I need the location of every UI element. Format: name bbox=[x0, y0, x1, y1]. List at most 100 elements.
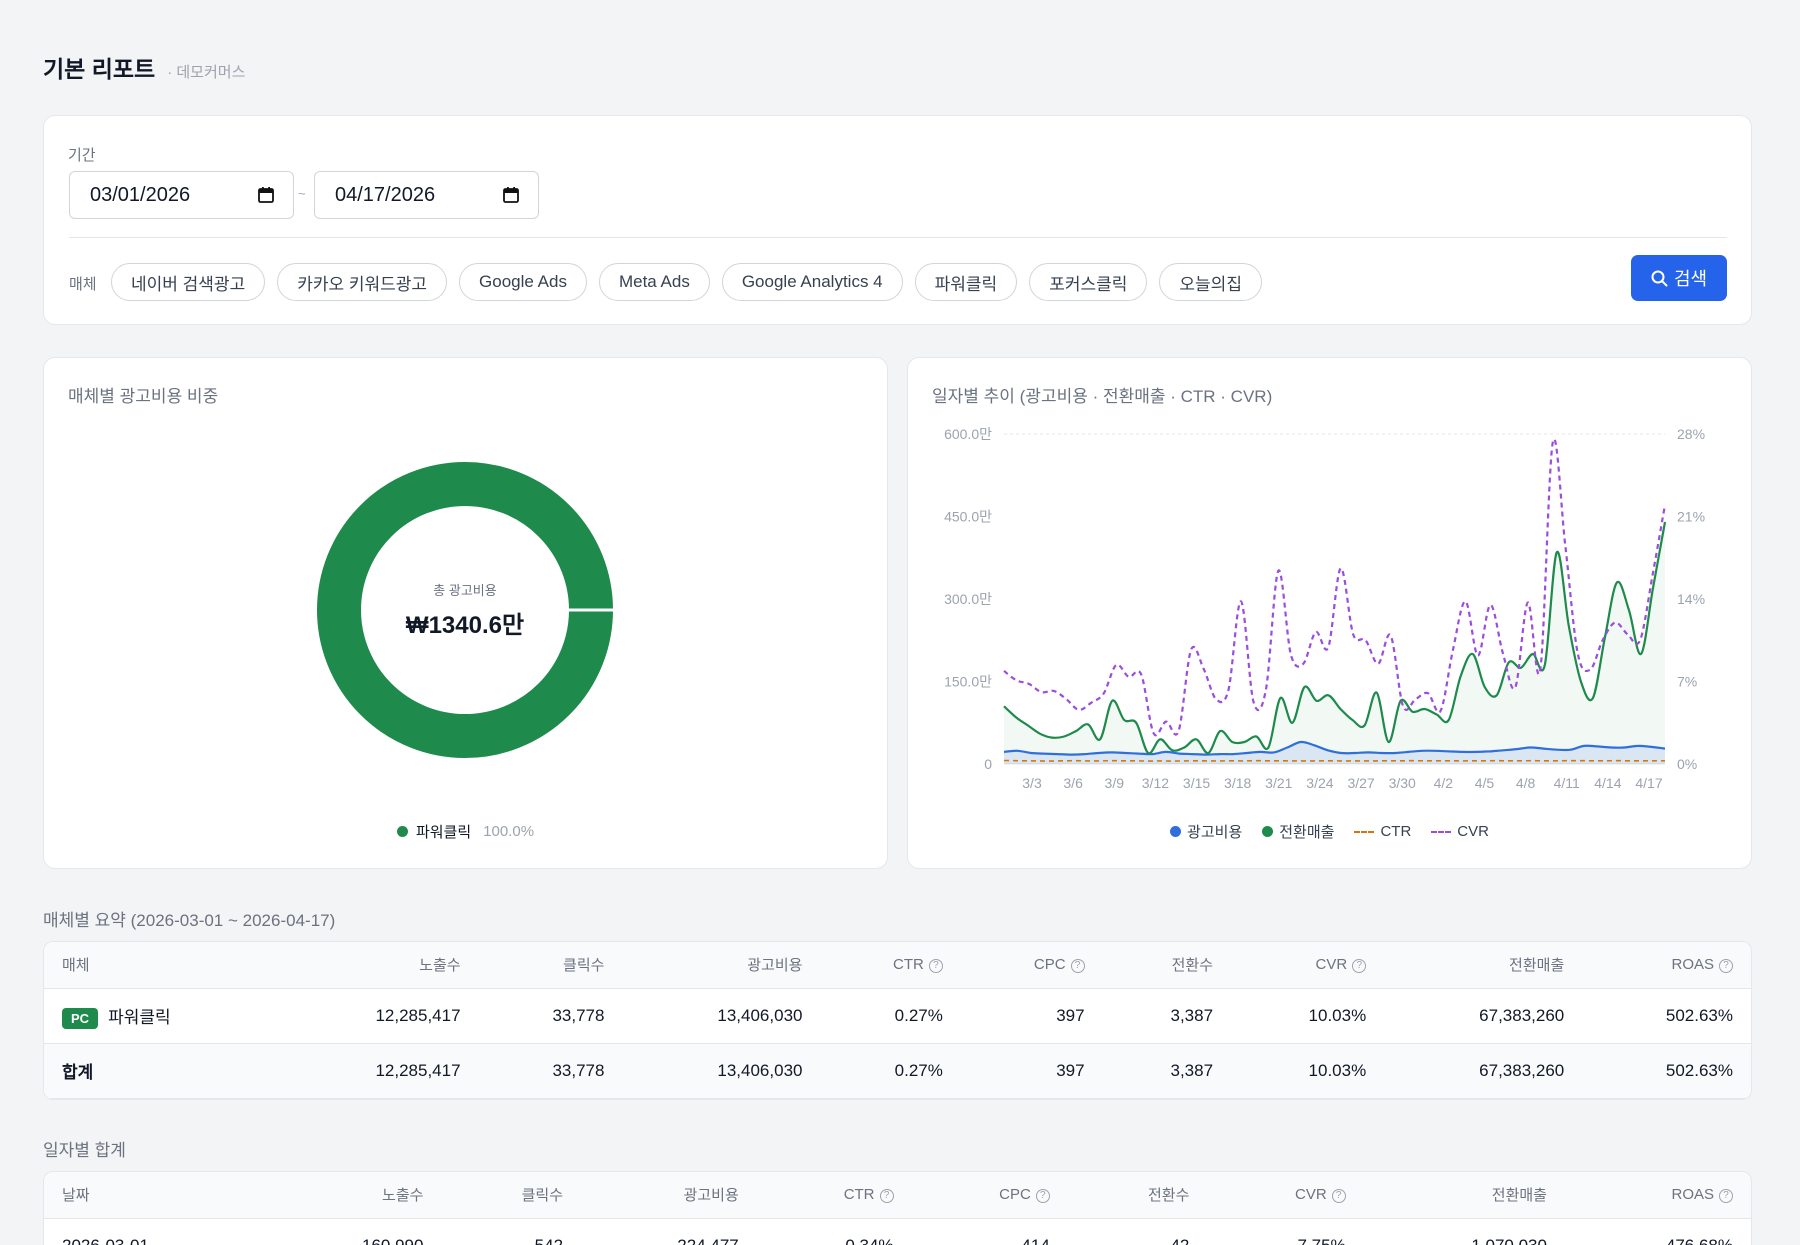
table-cell: 160,990 bbox=[265, 1218, 442, 1245]
y-left-tick-label: 300.0만 bbox=[944, 591, 992, 607]
column-header: ROAS? bbox=[1582, 942, 1751, 989]
legend-item-ctr[interactable]: CTR bbox=[1354, 821, 1411, 842]
help-icon[interactable]: ? bbox=[1719, 959, 1733, 974]
help-icon[interactable]: ? bbox=[1352, 959, 1367, 974]
table-cell: 542 bbox=[441, 1218, 582, 1245]
column-header: 광고비용 bbox=[581, 1172, 757, 1219]
date-cell: 2026-03-01 bbox=[44, 1218, 266, 1245]
legend-label: 광고비용 bbox=[1187, 824, 1243, 841]
legend-dot bbox=[1262, 826, 1274, 837]
x-tick-label: 3/3 bbox=[1022, 775, 1042, 791]
column-header: 노출수 bbox=[280, 942, 479, 989]
media-label: 매체 bbox=[69, 276, 97, 293]
media-chip-powerclick[interactable]: 파워클릭 bbox=[914, 263, 1018, 301]
table-cell: 33,778 bbox=[478, 1043, 623, 1099]
legend-dash bbox=[1354, 830, 1375, 833]
legend-dash bbox=[1431, 830, 1452, 833]
x-tick-label: 3/24 bbox=[1306, 775, 1333, 791]
x-tick-label: 4/14 bbox=[1594, 775, 1621, 791]
media-chip-ohouse[interactable]: 오늘의집 bbox=[1159, 263, 1262, 301]
table-cell: 67,383,260 bbox=[1384, 1043, 1583, 1099]
table-cell: 12,285,417 bbox=[280, 1043, 479, 1099]
pc-badge: PC bbox=[62, 1007, 99, 1029]
calendar-icon[interactable] bbox=[257, 186, 275, 204]
table-cell: 0.27% bbox=[820, 988, 961, 1044]
table-cell: 10.03% bbox=[1231, 1043, 1385, 1099]
y-right-tick-label: 14% bbox=[1677, 591, 1705, 607]
table-cell: 397 bbox=[960, 1043, 1103, 1099]
calendar-icon[interactable] bbox=[502, 186, 520, 204]
donut-chart-title: 매체별 광고비용 비중 bbox=[68, 387, 219, 406]
end-date-value: 04/17/2026 bbox=[335, 183, 436, 206]
x-tick-label: 4/11 bbox=[1554, 775, 1580, 791]
table-cell: 42 bbox=[1067, 1218, 1208, 1245]
filter-panel: 기간 03/01/2026 ~ 04/17/2026 매체 네이버 검색광고 카… bbox=[43, 115, 1752, 325]
column-header-label: 노출수 bbox=[382, 1187, 424, 1205]
media-chip-kakao[interactable]: 카카오 키워드광고 bbox=[277, 263, 448, 301]
help-icon[interactable]: ? bbox=[1719, 1189, 1733, 1204]
end-date-input[interactable]: 04/17/2026 bbox=[314, 171, 539, 219]
legend-item-spend[interactable]: 광고비용 bbox=[1170, 821, 1242, 842]
table-cell: 3,387 bbox=[1102, 1043, 1232, 1099]
legend-item-revenue[interactable]: 전환매출 bbox=[1262, 821, 1334, 842]
search-button[interactable]: 검색 bbox=[1631, 255, 1727, 301]
table-cell: 13,406,030 bbox=[622, 1043, 821, 1099]
table-row[interactable]: 2026-03-01 160,990 542 224,477 0.34% 414 42 7.7… bbox=[44, 1218, 1751, 1245]
donut-chart-card: 매체별 광고비용 비중 총 광고비용 ₩1340.6만 파워클릭 100.0% bbox=[43, 357, 888, 869]
column-header-label: 클릭수 bbox=[521, 1187, 564, 1205]
help-icon[interactable]: ? bbox=[928, 959, 943, 974]
legend-label: CTR bbox=[1380, 823, 1412, 840]
column-header-label: 노출수 bbox=[419, 957, 461, 975]
legend-label: 파워클릭 bbox=[415, 824, 472, 841]
column-header: CVR? bbox=[1207, 1172, 1364, 1219]
x-tick-label: 4/2 bbox=[1434, 775, 1454, 791]
help-icon[interactable]: ? bbox=[1331, 1189, 1346, 1204]
start-date-input[interactable]: 03/01/2026 bbox=[69, 171, 294, 219]
page-title: 기본 리포트 bbox=[43, 56, 156, 82]
table-cell: 10.03% bbox=[1231, 988, 1385, 1044]
column-header: 클릭수 bbox=[441, 1172, 582, 1219]
legend-item-cvr[interactable]: CVR bbox=[1431, 821, 1489, 842]
column-header-label: CTR bbox=[843, 1186, 875, 1204]
column-header: 전환수 bbox=[1067, 1172, 1208, 1219]
column-header: 전환매출 bbox=[1363, 1172, 1565, 1219]
table-cell: 397 bbox=[960, 988, 1103, 1044]
column-header: CPC? bbox=[960, 942, 1103, 989]
column-header-label: CPC bbox=[999, 1186, 1031, 1204]
summary-section-title: 매체별 요약 (2026-03-01 ~ 2026-04-17) bbox=[43, 911, 336, 930]
trend-chart-title: 일자별 추이 (광고비용 · 전환매출 · CTR · CVR) bbox=[932, 387, 1273, 406]
column-header: 광고비용 bbox=[622, 942, 821, 989]
table-row[interactable]: PC 파워클릭 12,285,417 33,778 13,406,030 0.27% 397… bbox=[44, 988, 1751, 1044]
help-icon[interactable]: ? bbox=[879, 1189, 894, 1204]
media-chip-ga4[interactable]: Google Analytics 4 bbox=[721, 263, 903, 301]
column-header: 노출수 bbox=[265, 1172, 442, 1219]
column-header-label: CTR bbox=[893, 956, 924, 974]
help-icon[interactable]: ? bbox=[1035, 1189, 1050, 1204]
page-subtitle: · 데모커머스 bbox=[167, 64, 246, 81]
column-header: CPC? bbox=[911, 1172, 1068, 1219]
trend-chart-card: 0 150.0만 300.0만 450.0만 600.0만 0% 7% 14% 21% 28% 3/… bbox=[907, 357, 1752, 869]
media-chip-naver[interactable]: 네이버 검색광고 bbox=[111, 263, 266, 301]
table-cell: 476.68% bbox=[1564, 1218, 1751, 1245]
x-tick-label: 4/17 bbox=[1635, 775, 1662, 791]
column-header-label: 전환수 bbox=[1171, 957, 1214, 975]
search-icon bbox=[1651, 270, 1668, 286]
legend-pct: 100.0% bbox=[483, 823, 535, 840]
x-tick-label: 3/21 bbox=[1265, 775, 1292, 791]
trend-legend: 광고비용 전환매출 CTR CVR bbox=[908, 821, 1751, 842]
y-left-tick-label: 0 bbox=[984, 756, 992, 772]
y-left-tick-label: 150.0만 bbox=[944, 674, 992, 690]
media-chip-meta-ads[interactable]: Meta Ads bbox=[598, 263, 710, 301]
help-icon[interactable]: ? bbox=[1070, 959, 1085, 974]
media-chip-google-ads[interactable]: Google Ads bbox=[459, 263, 587, 301]
media-chip-focusclick[interactable]: 포커스클릭 bbox=[1029, 263, 1148, 301]
y-left-tick-label: 600.0만 bbox=[944, 426, 992, 442]
date-separator: ~ bbox=[298, 186, 306, 201]
column-header-label: 매체 bbox=[62, 957, 90, 975]
period-label: 기간 bbox=[68, 147, 96, 164]
x-tick-label: 3/15 bbox=[1183, 775, 1210, 791]
table-cell: 67,383,260 bbox=[1384, 988, 1583, 1044]
y-right-tick-label: 7% bbox=[1677, 674, 1697, 690]
total-row: 합계 12,285,417 33,778 13,406,030 0.27% 397 3,38… bbox=[44, 1043, 1751, 1099]
daily-table: 날짜 노출수 클릭수 광고비용 CTR? CPC? 전환수 CVR? 전환매출 ROAS? 202… bbox=[43, 1171, 1752, 1245]
